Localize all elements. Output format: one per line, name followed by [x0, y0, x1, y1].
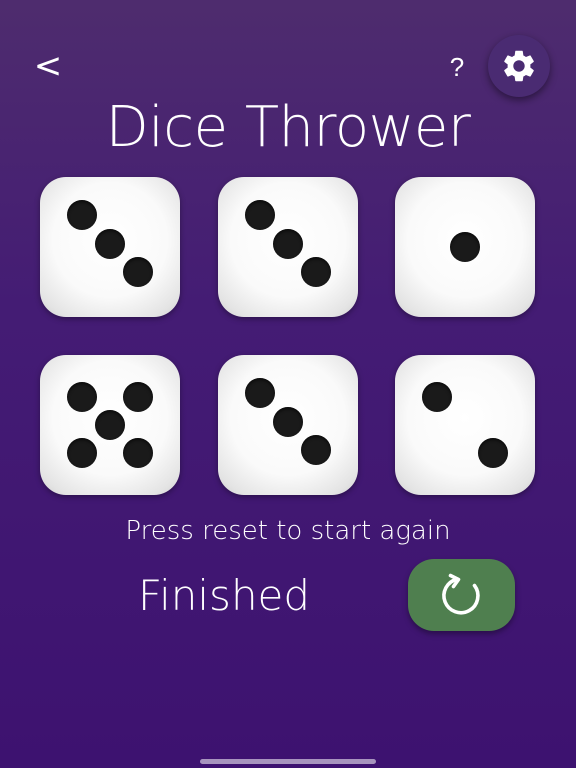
- die-pip: [123, 257, 153, 288]
- die-pip: [450, 232, 480, 262]
- die-pip: [67, 438, 97, 468]
- settings-button[interactable]: [488, 35, 550, 97]
- die-pip: [245, 199, 275, 230]
- dice-grid: [40, 177, 538, 495]
- home-indicator: [200, 759, 376, 764]
- die-6[interactable]: [395, 355, 535, 495]
- game-state-label: Finished: [138, 571, 311, 620]
- die-pip: [478, 438, 508, 468]
- die-pip: [95, 229, 125, 260]
- die-3[interactable]: [395, 177, 535, 317]
- die-pip: [301, 435, 331, 466]
- die-2[interactable]: [218, 177, 358, 317]
- die-pip: [422, 382, 452, 412]
- die-pip: [245, 377, 275, 408]
- die-pip: [273, 407, 303, 438]
- page-title: Dice Thrower: [105, 95, 471, 160]
- die-pip: [123, 382, 153, 412]
- status-message: Press reset to start again: [125, 516, 451, 546]
- back-button[interactable]: <: [32, 46, 64, 86]
- die-pip: [273, 229, 303, 260]
- die-1[interactable]: [40, 177, 180, 317]
- die-pip: [67, 199, 97, 230]
- die-4[interactable]: [40, 355, 180, 495]
- refresh-icon: [441, 573, 480, 615]
- die-pip: [123, 438, 153, 468]
- die-pip: [67, 382, 97, 412]
- gear-icon: [504, 50, 534, 82]
- help-button[interactable]: ?: [443, 50, 471, 84]
- die-pip: [301, 257, 331, 288]
- die-pip: [95, 410, 125, 440]
- die-5[interactable]: [218, 355, 358, 495]
- reset-button[interactable]: [408, 559, 515, 631]
